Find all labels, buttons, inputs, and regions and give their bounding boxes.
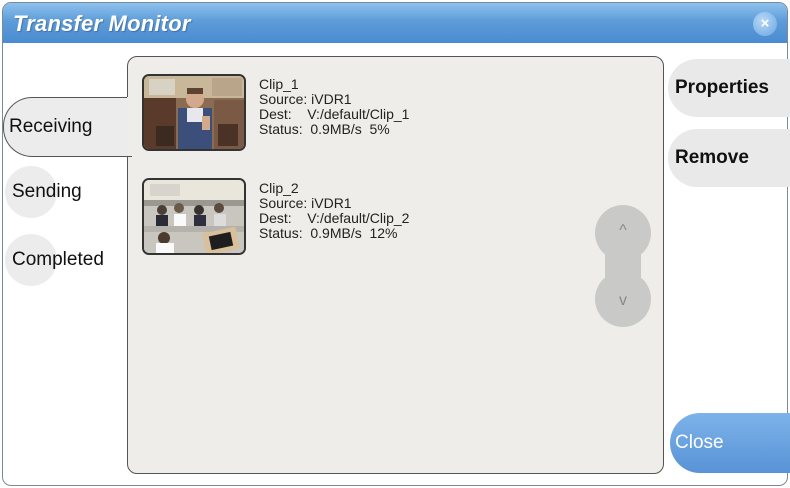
chevron-down-icon[interactable]: v — [595, 271, 651, 327]
tab-sending-label: Sending — [12, 181, 82, 202]
chevron-up-icon[interactable]: ^ — [595, 205, 651, 261]
remove-button[interactable]: Remove — [668, 129, 790, 187]
tab-receiving-label: Receiving — [9, 116, 93, 137]
clip-dest: Dest: V:/default/Clip_2 — [259, 210, 410, 226]
list-item[interactable]: Clip_2 Source: iVDR1 Dest: V:/default/Clip… — [142, 178, 562, 258]
title-bar: Transfer Monitor × — [3, 3, 787, 43]
clip-dest: Dest: V:/default/Clip_1 — [259, 106, 410, 122]
properties-button[interactable]: Properties — [668, 59, 790, 117]
window-title: Transfer Monitor — [13, 11, 191, 36]
tab-completed[interactable]: Completed — [5, 234, 115, 286]
list-item[interactable]: Clip_1 Source: iVDR1 Dest: V:/default/Clip… — [142, 74, 562, 154]
clip-thumbnail — [142, 74, 246, 151]
clip-source: Source: iVDR1 — [259, 195, 352, 211]
clip-info: Clip_1 Source: iVDR1 Dest: V:/default/Clip… — [259, 77, 409, 137]
classroom-thumbnail-image — [144, 180, 244, 253]
close-button[interactable]: Close — [670, 413, 790, 473]
clip-info: Clip_2 Source: iVDR1 Dest: V:/default/Clip… — [259, 181, 409, 241]
clip-name: Clip_1 — [259, 76, 299, 92]
clip-thumbnail — [142, 178, 246, 255]
tab-receiving[interactable]: Receiving — [3, 97, 132, 157]
transfer-list-panel: Clip_1 Source: iVDR1 Dest: V:/default/Clip… — [127, 56, 664, 474]
scroll-control: ^ v — [595, 205, 651, 327]
tab-sending[interactable]: Sending — [5, 166, 115, 218]
presenter-thumbnail-image — [144, 76, 244, 149]
tab-completed-label: Completed — [12, 249, 104, 270]
clip-status: Status: 0.9MB/s 5% — [259, 121, 390, 137]
clip-name: Clip_2 — [259, 180, 299, 196]
clip-status: Status: 0.9MB/s 12% — [259, 225, 398, 241]
clip-source: Source: iVDR1 — [259, 91, 352, 107]
close-icon[interactable]: × — [753, 12, 777, 36]
